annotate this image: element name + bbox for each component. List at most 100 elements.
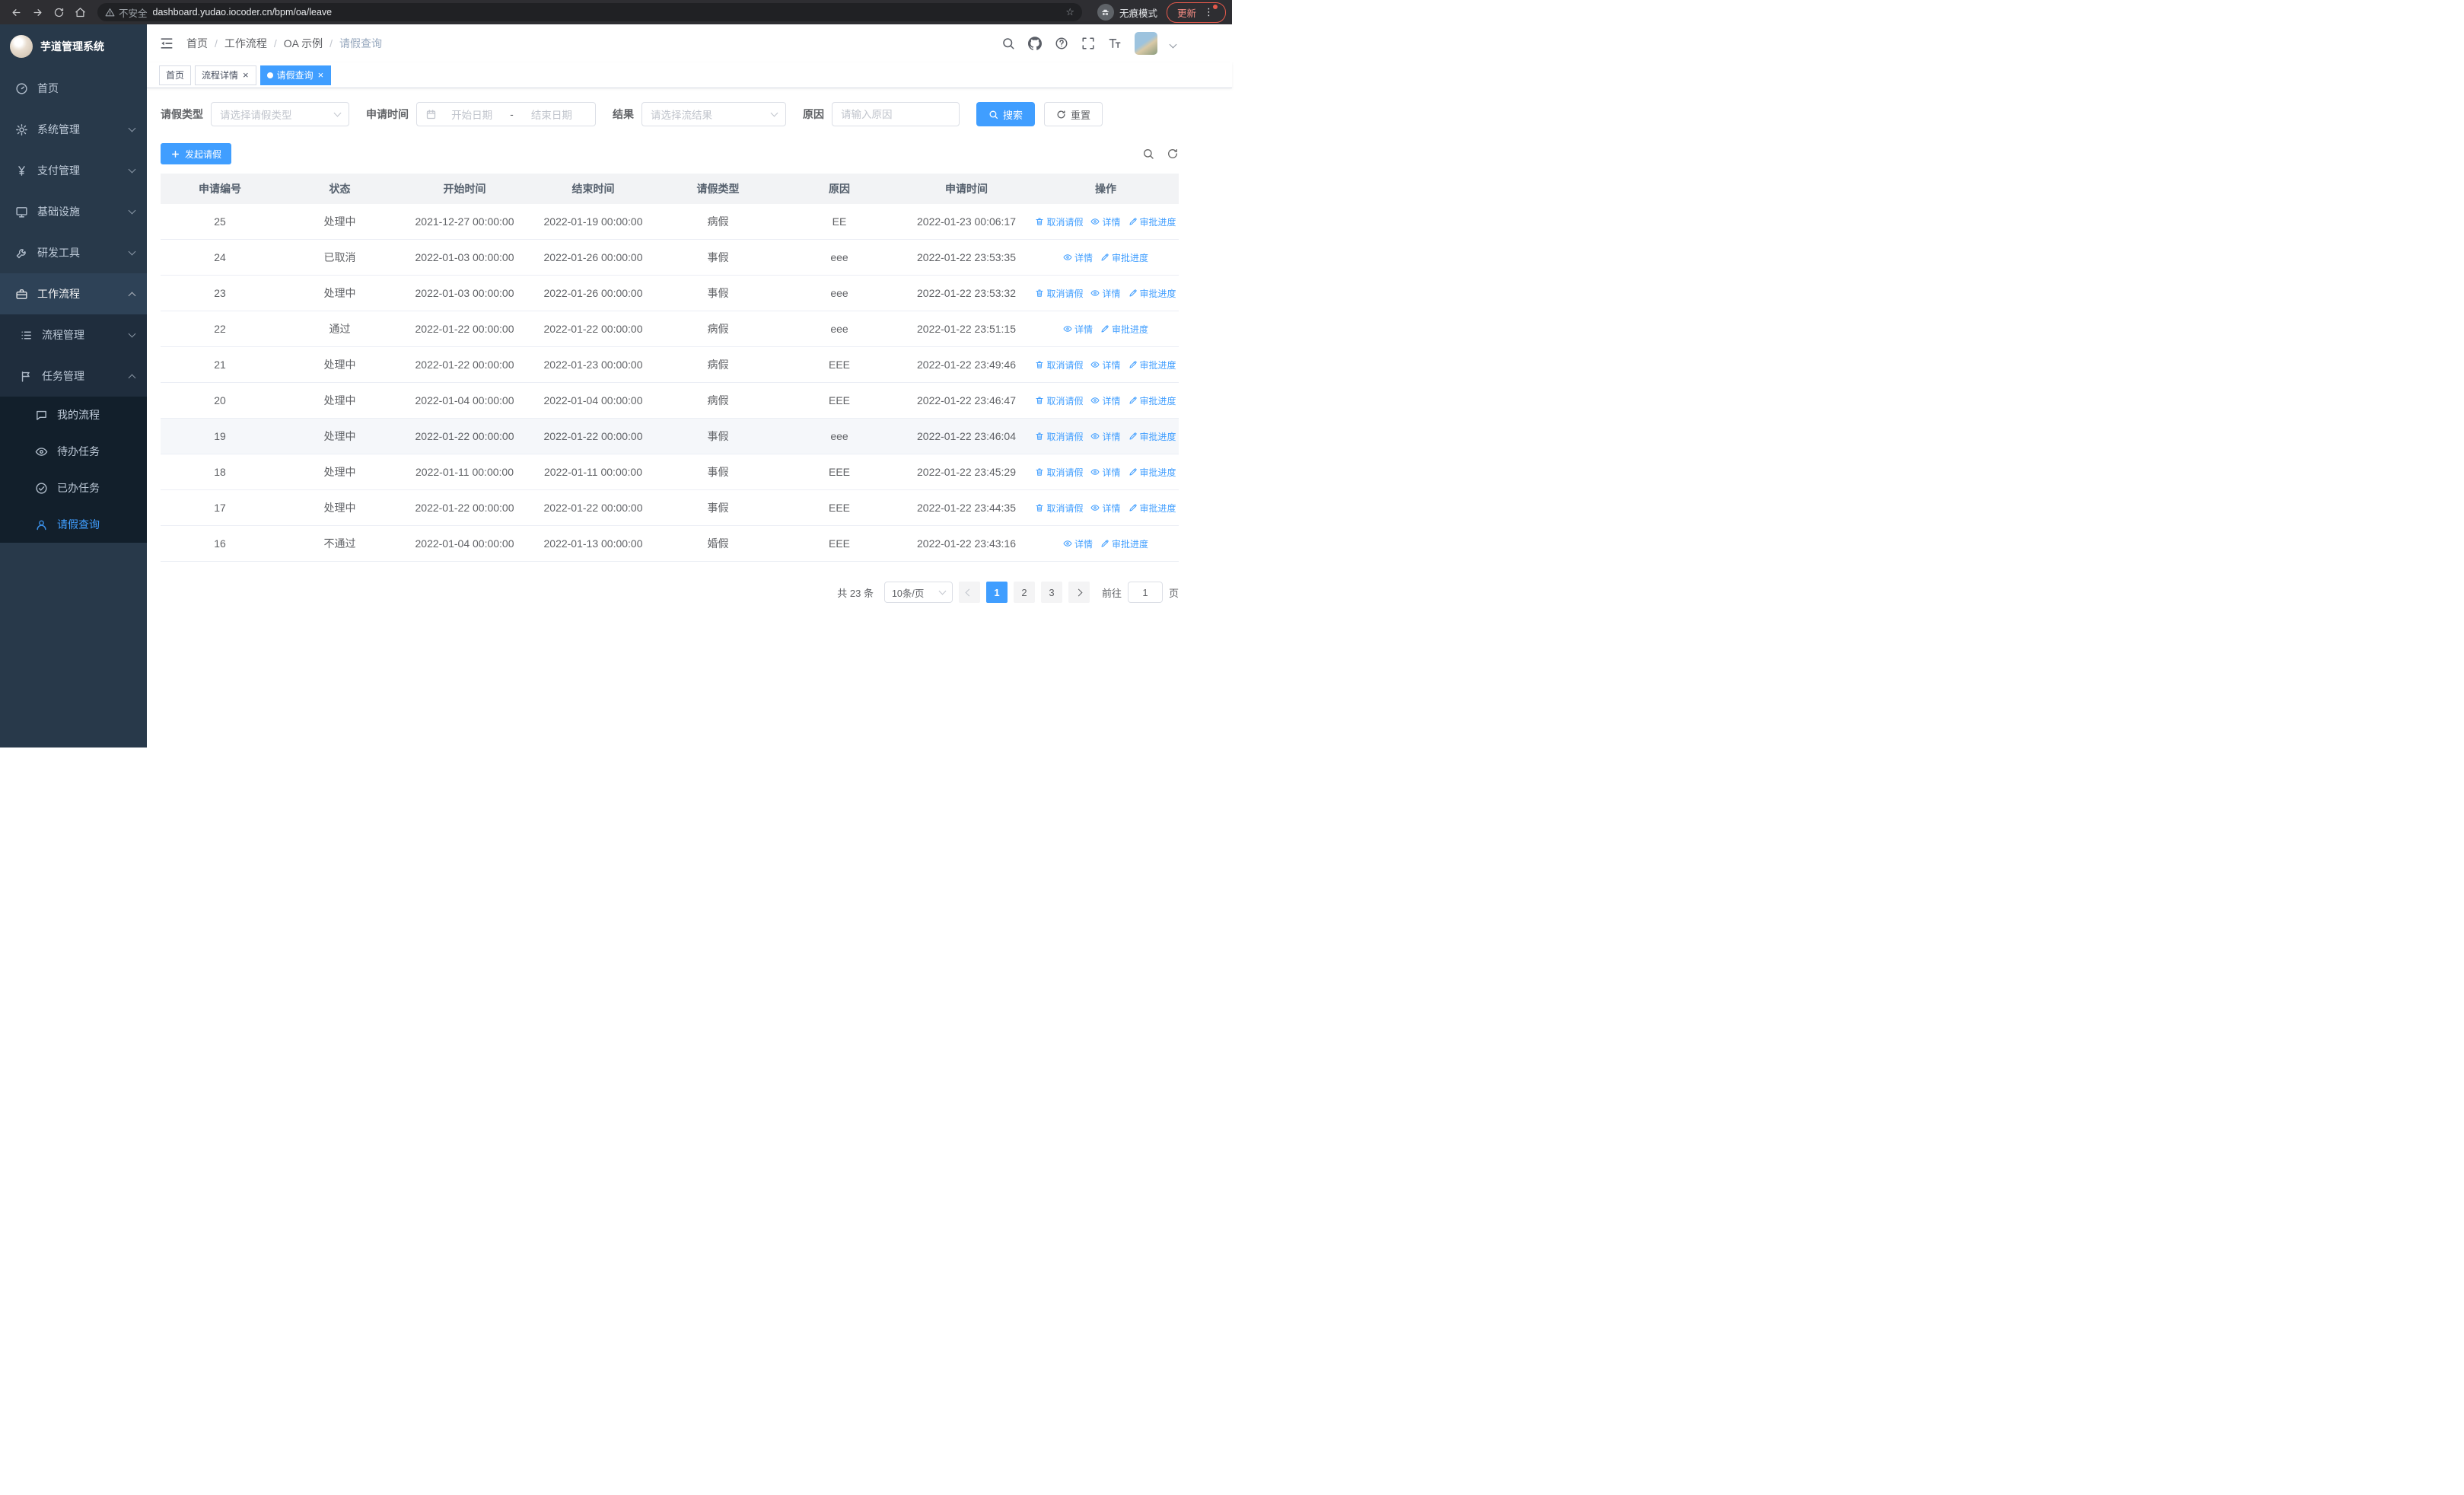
detail-link[interactable]: 详情 bbox=[1090, 502, 1121, 515]
avatar-caret-icon[interactable] bbox=[1169, 37, 1177, 49]
apply-time-range-picker[interactable]: 开始日期 - 结束日期 bbox=[416, 102, 596, 126]
cell-operations: 取消请假 详情 审批进度 bbox=[1033, 394, 1179, 407]
app-logo[interactable]: 芋道管理系统 bbox=[0, 24, 147, 68]
sidebar-item-infra[interactable]: 基础设施 bbox=[0, 191, 147, 232]
github-icon[interactable] bbox=[1028, 37, 1042, 50]
bookmark-star-icon[interactable]: ☆ bbox=[1065, 6, 1074, 18]
sidebar-item-system[interactable]: 系统管理 bbox=[0, 109, 147, 150]
cancel-leave-link[interactable]: 取消请假 bbox=[1035, 502, 1083, 515]
breadcrumb-home[interactable]: 首页 bbox=[186, 36, 208, 51]
chevron-up-icon bbox=[128, 292, 136, 299]
security-warning[interactable]: 不安全 bbox=[105, 5, 148, 20]
close-icon[interactable]: × bbox=[242, 70, 250, 80]
detail-link[interactable]: 详情 bbox=[1063, 323, 1093, 336]
help-icon[interactable] bbox=[1055, 37, 1068, 50]
incognito-indicator: 无痕模式 bbox=[1097, 4, 1157, 21]
page-button-1[interactable]: 1 bbox=[985, 582, 1008, 603]
fullscreen-icon[interactable] bbox=[1081, 37, 1095, 50]
approval-progress-link[interactable]: 审批进度 bbox=[1129, 394, 1176, 407]
sidebar-item-workflow[interactable]: 工作流程 bbox=[0, 273, 147, 314]
cell-apply-time: 2022-01-22 23:44:35 bbox=[917, 502, 1016, 514]
search-button[interactable]: 搜索 bbox=[976, 102, 1036, 126]
cancel-leave-link[interactable]: 取消请假 bbox=[1035, 430, 1083, 443]
search-icon[interactable] bbox=[1001, 37, 1015, 50]
sidebar-item-done-tasks[interactable]: 已办任务 bbox=[0, 470, 147, 506]
chat-icon bbox=[35, 409, 48, 422]
sidebar-item-devtools[interactable]: 研发工具 bbox=[0, 232, 147, 273]
approval-progress-link[interactable]: 审批进度 bbox=[1100, 323, 1148, 336]
result-select[interactable]: 请选择流结果 bbox=[641, 102, 786, 126]
cell-end-time: 2022-01-11 00:00:00 bbox=[544, 466, 642, 478]
sidebar-item-home[interactable]: 首页 bbox=[0, 68, 147, 109]
dashboard-icon bbox=[15, 82, 28, 95]
detail-link[interactable]: 详情 bbox=[1090, 394, 1121, 407]
approval-progress-link[interactable]: 审批进度 bbox=[1100, 251, 1148, 264]
reset-button[interactable]: 重置 bbox=[1044, 102, 1103, 126]
reason-input[interactable] bbox=[832, 102, 960, 126]
forward-icon[interactable] bbox=[27, 2, 47, 22]
approval-progress-link[interactable]: 审批进度 bbox=[1129, 466, 1176, 479]
cell-status: 处理中 bbox=[323, 287, 356, 299]
cancel-leave-link[interactable]: 取消请假 bbox=[1035, 359, 1083, 371]
sidebar-item-todo-tasks[interactable]: 待办任务 bbox=[0, 433, 147, 470]
sidebar-item-process-mgmt[interactable]: 流程管理 bbox=[0, 314, 147, 355]
approval-progress-link[interactable]: 审批进度 bbox=[1129, 215, 1176, 228]
breadcrumb-workflow[interactable]: 工作流程 bbox=[224, 36, 267, 51]
close-icon[interactable]: × bbox=[317, 70, 325, 80]
cell-end-time: 2022-01-22 00:00:00 bbox=[543, 502, 643, 514]
create-leave-button[interactable]: 发起请假 bbox=[161, 143, 232, 164]
check-circle-icon bbox=[35, 482, 48, 495]
detail-link[interactable]: 详情 bbox=[1063, 537, 1093, 550]
cancel-leave-link[interactable]: 取消请假 bbox=[1035, 394, 1083, 407]
cancel-leave-link[interactable]: 取消请假 bbox=[1035, 215, 1083, 228]
wrench-icon bbox=[15, 247, 28, 260]
goto-page-input[interactable] bbox=[1127, 582, 1163, 603]
toggle-search-icon[interactable] bbox=[1142, 148, 1154, 160]
approval-progress-link[interactable]: 审批进度 bbox=[1129, 359, 1176, 371]
tab-leave-query[interactable]: 请假查询 × bbox=[259, 65, 332, 85]
cell-apply-id: 18 bbox=[214, 466, 226, 478]
detail-link[interactable]: 详情 bbox=[1090, 215, 1121, 228]
sidebar-item-task-mgmt[interactable]: 任务管理 bbox=[0, 355, 147, 397]
back-icon[interactable] bbox=[6, 2, 26, 22]
home-icon[interactable] bbox=[70, 2, 90, 22]
cancel-leave-link[interactable]: 取消请假 bbox=[1035, 287, 1083, 300]
detail-link[interactable]: 详情 bbox=[1090, 287, 1121, 300]
approval-progress-link[interactable]: 审批进度 bbox=[1100, 537, 1148, 550]
tab-process-detail[interactable]: 流程详情 × bbox=[195, 65, 256, 85]
detail-link[interactable]: 详情 bbox=[1090, 430, 1121, 443]
sidebar-item-leave-query[interactable]: 请假查询 bbox=[0, 506, 147, 543]
page-button-3[interactable]: 3 bbox=[1040, 582, 1062, 603]
cell-apply-time: 2022-01-22 23:51:15 bbox=[917, 323, 1016, 335]
leave-type-select[interactable]: 请选择请假类型 bbox=[211, 102, 349, 126]
page-size-select[interactable]: 10条/页 bbox=[883, 582, 953, 603]
browser-update-button[interactable]: 更新 ⋮ bbox=[1166, 2, 1226, 23]
approval-progress-link[interactable]: 审批进度 bbox=[1129, 430, 1176, 443]
font-size-icon[interactable] bbox=[1108, 37, 1122, 50]
cell-leave-type: 事假 bbox=[707, 287, 729, 299]
prev-page-button[interactable] bbox=[958, 582, 980, 603]
next-page-button[interactable] bbox=[1068, 582, 1090, 603]
tab-home[interactable]: 首页 bbox=[159, 65, 192, 85]
refresh-table-icon[interactable] bbox=[1167, 148, 1179, 160]
detail-link[interactable]: 详情 bbox=[1090, 466, 1121, 479]
reason-label: 原因 bbox=[803, 108, 824, 120]
briefcase-icon bbox=[15, 288, 28, 301]
leave-table: 申请编号 状态 开始时间 结束时间 请假类型 原因 申请时间 操作 25 处理中… bbox=[161, 174, 1179, 562]
breadcrumb-oa-example[interactable]: OA 示例 bbox=[284, 36, 323, 51]
page-button-2[interactable]: 2 bbox=[1013, 582, 1035, 603]
cancel-leave-link[interactable]: 取消请假 bbox=[1035, 466, 1083, 479]
collapse-sidebar-icon[interactable] bbox=[159, 36, 174, 51]
browser-menu-icon[interactable]: ⋮ bbox=[1202, 5, 1218, 18]
approval-progress-link[interactable]: 审批进度 bbox=[1129, 502, 1176, 515]
chevron-down-icon bbox=[128, 247, 136, 255]
detail-link[interactable]: 详情 bbox=[1063, 251, 1093, 264]
address-bar[interactable]: 不安全 dashboard.yudao.iocoder.cn/bpm/oa/le… bbox=[97, 3, 1082, 21]
detail-link[interactable]: 详情 bbox=[1090, 359, 1121, 371]
sidebar-item-my-process[interactable]: 我的流程 bbox=[0, 397, 147, 433]
sidebar-item-payment[interactable]: 支付管理 bbox=[0, 150, 147, 191]
approval-progress-link[interactable]: 审批进度 bbox=[1129, 287, 1176, 300]
reload-icon[interactable] bbox=[49, 2, 68, 22]
cell-status: 处理中 bbox=[323, 359, 356, 371]
avatar[interactable] bbox=[1135, 32, 1157, 55]
